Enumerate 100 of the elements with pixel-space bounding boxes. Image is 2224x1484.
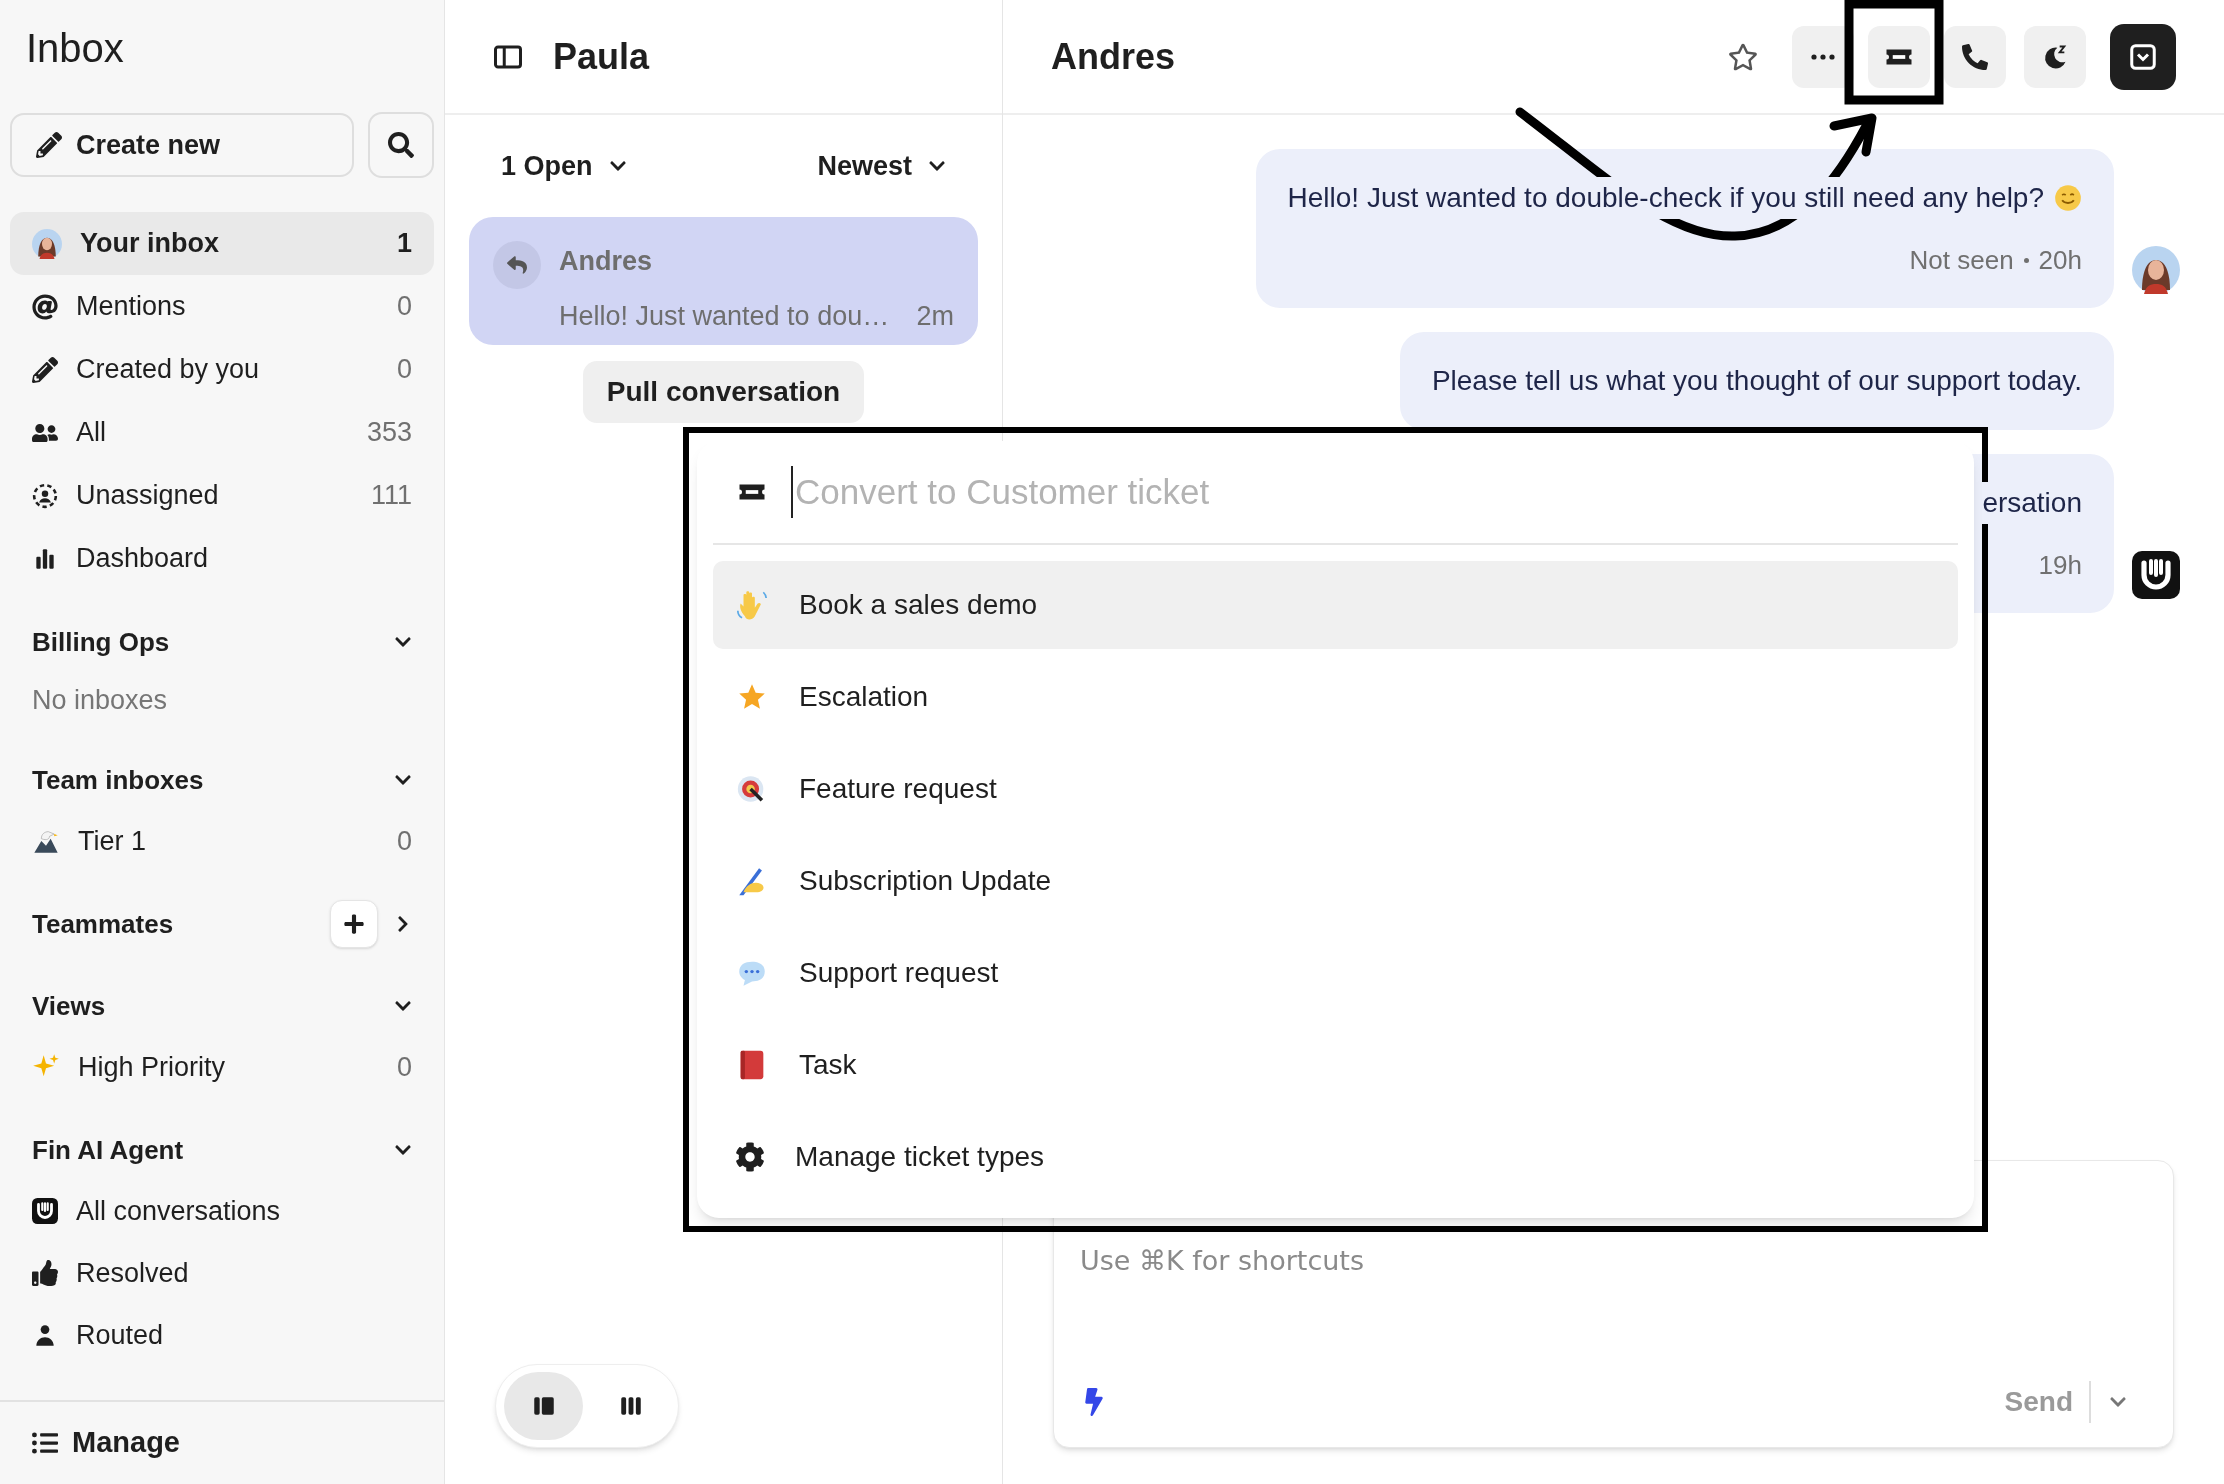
ticket-button[interactable]: [1868, 25, 1930, 88]
menu-item[interactable]: Feature request: [713, 745, 1958, 833]
item-count: 0: [396, 824, 412, 858]
inbox-check-icon: [2128, 41, 2158, 72]
message-time: 19h: [2038, 549, 2082, 582]
pull-conversation-button[interactable]: Pull conversation: [582, 361, 865, 423]
menu-label: Task: [799, 1048, 857, 1082]
unassigned-icon: [32, 482, 58, 509]
section-header[interactable]: Team inboxes: [10, 750, 434, 810]
sidebar-item[interactable]: High Priority 0: [10, 1036, 434, 1098]
sidebar-item[interactable]: Routed: [10, 1304, 434, 1366]
avatar-icon: [2132, 246, 2180, 294]
nav-label: All: [76, 416, 107, 450]
nav-item[interactable]: All 353: [10, 401, 434, 464]
settings-icon: [735, 1142, 765, 1172]
section-title: Billing Ops: [32, 625, 171, 659]
bot-logo-icon: [32, 1198, 58, 1224]
menu-item[interactable]: Support request: [713, 929, 1958, 1017]
item-label: High Priority: [78, 1050, 227, 1084]
sidebar-item[interactable]: Tier 1 0: [10, 810, 434, 872]
message-time: 20h: [2038, 244, 2082, 277]
panel-title: Paula: [553, 34, 650, 79]
create-new-button[interactable]: Create new: [10, 113, 354, 177]
avatar-icon: [32, 228, 62, 259]
phone-button[interactable]: [1944, 25, 2006, 88]
menu-label: Support request: [799, 956, 999, 990]
menu-item[interactable]: Manage ticket types: [713, 1113, 1958, 1201]
nav-label: Mentions: [76, 290, 187, 324]
pencil-icon: [36, 132, 62, 158]
search-button[interactable]: [368, 112, 434, 178]
empty-text: No inboxes: [31, 683, 169, 717]
item-count: 0: [396, 1050, 412, 1084]
section-title: Team inboxes: [32, 763, 205, 797]
close-conversation-button[interactable]: [2110, 23, 2176, 90]
menu-label: Manage ticket types: [795, 1140, 1045, 1174]
menu-item[interactable]: Book a sales demo: [713, 561, 1958, 649]
message-status: Not seen: [1909, 244, 2014, 277]
section-header[interactable]: Fin AI Agent: [10, 1120, 434, 1180]
list-icon: [32, 1430, 58, 1456]
message-text: ersation: [1982, 482, 2082, 524]
nav-label: Your inbox: [80, 227, 220, 261]
nav-count: 1: [396, 227, 412, 261]
item-label: Routed: [76, 1318, 165, 1352]
bot-logo-icon: [2132, 551, 2180, 599]
nav-count: 353: [366, 416, 412, 450]
menu-label: Feature request: [799, 772, 997, 806]
pencil-icon: [32, 356, 58, 383]
add-button[interactable]: [330, 900, 378, 948]
nav-count: 0: [396, 353, 412, 387]
menu-item[interactable]: Escalation: [713, 653, 1958, 741]
smiley-icon: [2054, 184, 2082, 212]
sidebar-item[interactable]: Resolved: [10, 1242, 434, 1304]
message-time: 2m: [916, 299, 954, 333]
section-header[interactable]: Teammates: [10, 894, 434, 954]
contact-name: Andres: [559, 245, 654, 278]
section-title: Views: [32, 989, 107, 1023]
nav-label: Unassigned: [76, 479, 220, 513]
nav-item[interactable]: Unassigned 111: [10, 464, 434, 527]
nav-item[interactable]: Your inbox 1: [10, 212, 434, 275]
item-label: Tier 1: [78, 824, 147, 858]
message-preview: Hello! Just wanted to dou…: [559, 299, 890, 333]
nav-label: Dashboard: [76, 542, 210, 576]
dot-separator-icon: [2023, 258, 2029, 263]
section-header[interactable]: Billing Ops: [10, 612, 434, 672]
nav-item[interactable]: Created by you 0: [10, 338, 434, 401]
manage-link[interactable]: Manage: [0, 1400, 444, 1484]
search-icon: [388, 132, 414, 158]
nav-item[interactable]: Dashboard: [10, 527, 434, 590]
reply-field[interactable]: Use ⌘K for shortcuts: [1080, 1241, 2147, 1282]
conversation-title: Andres: [1051, 34, 1177, 79]
reply-icon: [493, 241, 541, 289]
plus-icon: [343, 913, 365, 935]
menu-label: Book a sales demo: [799, 588, 1038, 622]
at-icon: [32, 293, 58, 320]
message-text: Hello! Just wanted to double-check if you still need any help?: [1287, 177, 2044, 219]
sidebar-item[interactable]: All conversations: [10, 1180, 434, 1242]
status-filter[interactable]: 1 Open: [501, 145, 627, 187]
item-label: All conversations: [76, 1194, 282, 1228]
snooze-button[interactable]: [2024, 25, 2086, 88]
section-title: Fin AI Agent: [32, 1133, 185, 1167]
menu-label: Escalation: [799, 680, 929, 714]
nav-count: 111: [370, 479, 412, 513]
sidebar-title: Inbox: [25, 25, 125, 72]
menu-item[interactable]: Subscription Update: [713, 837, 1958, 925]
waving-hand-icon: [735, 588, 769, 622]
nav-count: 0: [396, 290, 412, 324]
ticket-search-field[interactable]: Convert to Customer ticket: [791, 465, 1934, 519]
menu-item[interactable]: Task: [713, 1021, 1958, 1109]
nav-label: Created by you: [76, 353, 261, 387]
layout-option[interactable]: [504, 1372, 583, 1440]
star-icon: [1728, 41, 1758, 72]
more-icon: [1811, 53, 1835, 60]
phone-icon: [1962, 43, 1988, 70]
conversation-card[interactable]: Andres Hello! Just wanted to dou… 2m: [469, 217, 978, 345]
thumbs-up-icon: [32, 1260, 58, 1286]
sort-dropdown[interactable]: Newest: [817, 145, 946, 187]
section-title: Teammates: [32, 907, 175, 941]
nav-item[interactable]: Mentions 0: [10, 275, 434, 338]
menu-label: Subscription Update: [799, 864, 1052, 898]
section-header[interactable]: Views: [10, 976, 434, 1036]
